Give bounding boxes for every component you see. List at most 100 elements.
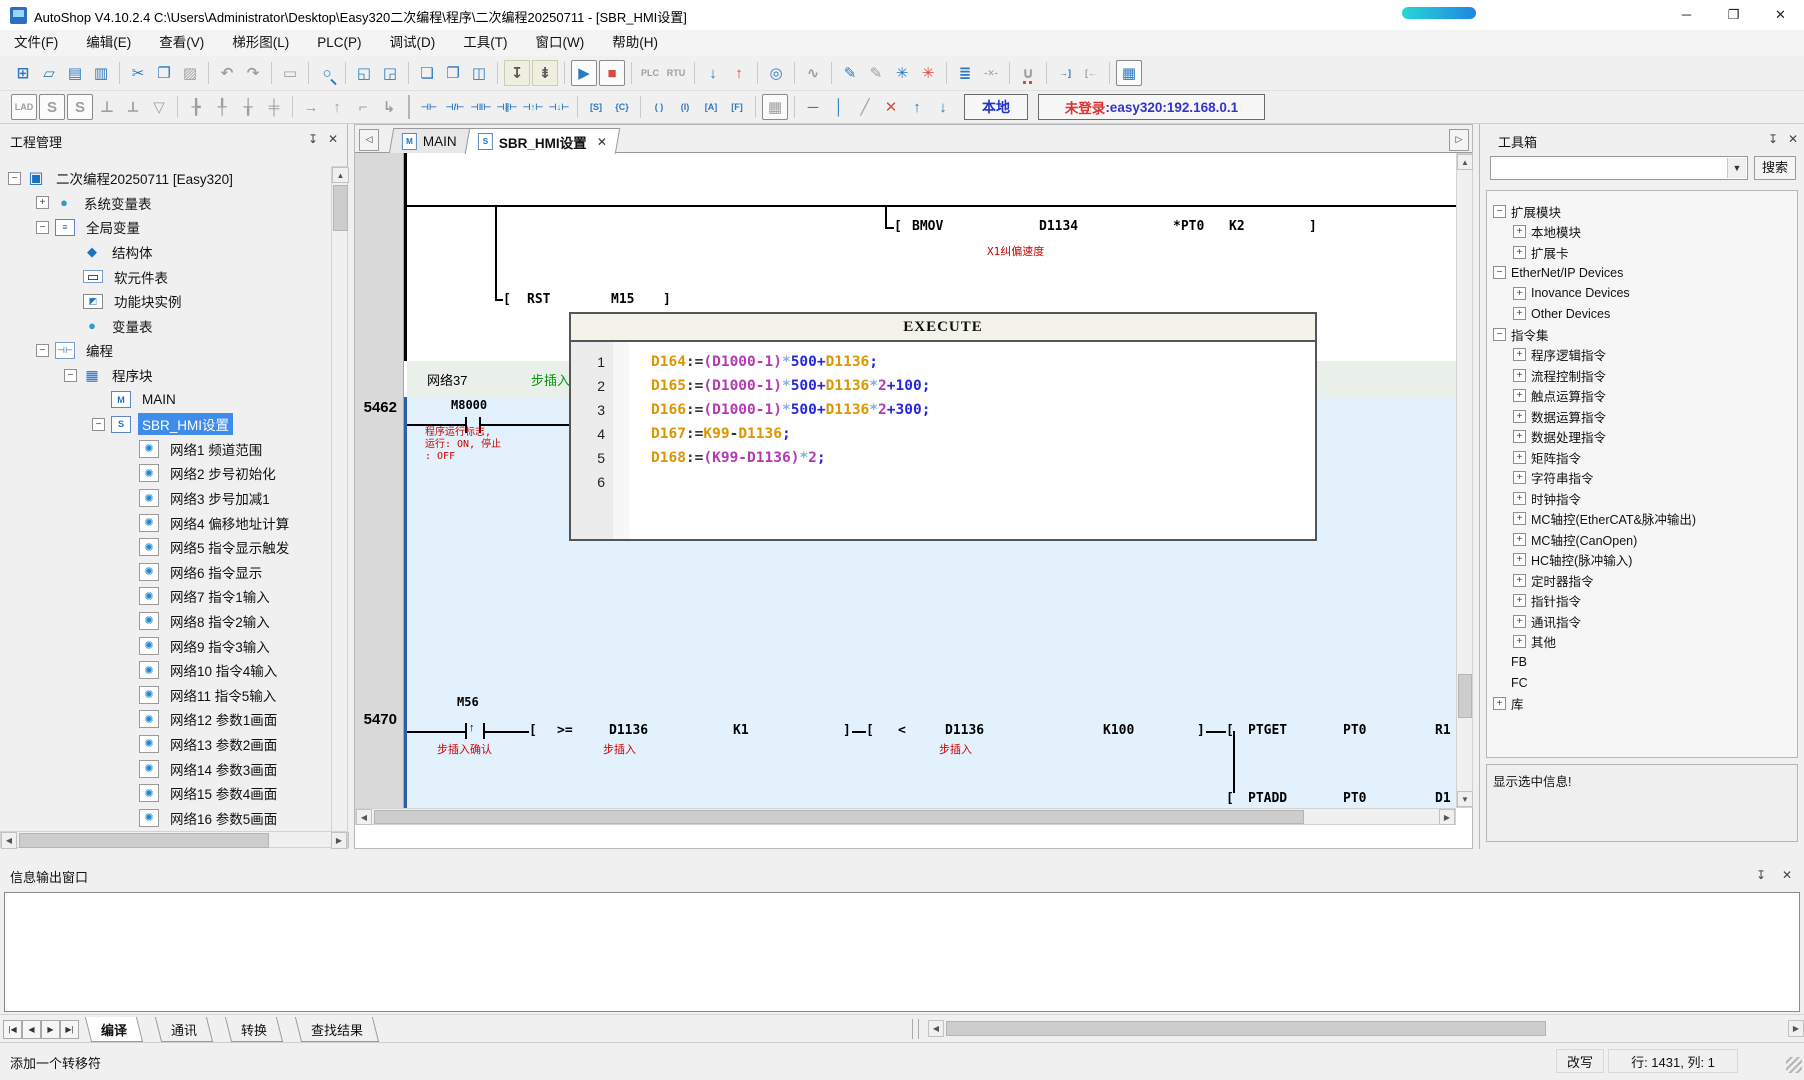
tree-expander-icon[interactable]: − xyxy=(36,221,49,234)
tree-expander-icon[interactable]: − xyxy=(1493,266,1506,279)
tree-expander-icon[interactable]: + xyxy=(1513,553,1526,566)
paste-icon[interactable]: ▨ xyxy=(178,61,202,85)
arrow-up-icon[interactable]: ↑ xyxy=(325,95,349,119)
window-split-icon[interactable]: ◫ xyxy=(467,61,491,85)
project-tree-item[interactable]: +●系统变量表 xyxy=(0,191,331,216)
monitor-icon[interactable]: ◎ xyxy=(764,61,788,85)
instruction-f-icon[interactable]: [F] xyxy=(725,95,749,119)
tree-expander-icon[interactable]: + xyxy=(1513,287,1526,300)
operand[interactable]: K100 xyxy=(1103,723,1134,738)
toolbox-tree-item[interactable]: +触点运算指令 xyxy=(1491,386,1791,407)
project-tree-item[interactable]: −≡全局变量 xyxy=(0,215,331,240)
contact-rising-icon[interactable]: ⊣↑⊢ xyxy=(521,95,545,119)
contact-parallel-open-icon[interactable]: ⊣‖⊢ xyxy=(469,95,493,119)
project-tree-item[interactable]: −⊣⊢编程 xyxy=(0,338,331,363)
st-code-lines[interactable]: 1D164:=(D1000-1)*500+D1136;2D165:=(D1000… xyxy=(571,350,1311,494)
tree-expander-icon[interactable]: + xyxy=(1493,697,1506,710)
contact-parallel-closed-icon[interactable]: ⊣∦⊢ xyxy=(495,95,519,119)
project-tree-item[interactable]: ✺网络5 指令显示触发 xyxy=(0,535,331,560)
scroll-up-icon[interactable]: ▲ xyxy=(332,167,349,183)
arrow-return-icon[interactable]: ↳ xyxy=(377,95,401,119)
menu-item-1[interactable]: 编辑(E) xyxy=(72,30,145,56)
tree-expander-icon[interactable]: + xyxy=(1513,492,1526,505)
instruction-rst[interactable]: RST xyxy=(527,292,550,307)
project-tree-item[interactable]: ✺网络8 指令2输入 xyxy=(0,609,331,634)
toolbox-tree-item[interactable]: +程序逻辑指令 xyxy=(1491,345,1791,366)
tree-expander-icon[interactable]: + xyxy=(1513,246,1526,259)
print-icon[interactable]: ◱ xyxy=(352,61,376,85)
search-button[interactable]: 搜索 xyxy=(1754,156,1796,180)
coil-counter-icon[interactable]: {C} xyxy=(610,95,634,119)
toolbox-tree-item[interactable]: FB xyxy=(1491,652,1791,673)
coil-invert-out-icon[interactable]: (I) xyxy=(673,95,697,119)
toolbox-tree-item[interactable]: +扩展卡 xyxy=(1491,242,1791,263)
compile-network-icon[interactable]: ✳ xyxy=(890,61,914,85)
copy-icon[interactable]: ❐ xyxy=(152,61,176,85)
jump-out-icon[interactable]: [← xyxy=(1079,61,1103,85)
pin-icon[interactable]: ↧ xyxy=(1752,866,1770,884)
toolbox-tree-item[interactable]: +通讯指令 xyxy=(1491,611,1791,632)
instruction-a-icon[interactable]: [A] xyxy=(699,95,723,119)
scroll-thumb[interactable] xyxy=(946,1021,1546,1036)
contact-label[interactable]: M8000 xyxy=(451,398,487,412)
tree-expander-icon[interactable]: + xyxy=(1513,307,1526,320)
scroll-thumb[interactable] xyxy=(333,185,348,231)
step-transition-icon[interactable]: ╪ xyxy=(262,95,286,119)
tree-expander-icon[interactable]: + xyxy=(1513,594,1526,607)
oscilloscope-icon[interactable]: ∿ xyxy=(801,61,825,85)
corner-line-icon[interactable]: ⌐ xyxy=(351,95,375,119)
output-tab-编译[interactable]: 编译 xyxy=(85,1017,143,1042)
st-code-line[interactable]: 4D167:=K99-D1136; xyxy=(571,422,1311,446)
pin-icon[interactable]: ↧ xyxy=(304,130,322,148)
toolbox-tree-item[interactable]: +Inovance Devices xyxy=(1491,283,1791,304)
toolbox-tree-item[interactable]: +时钟指令 xyxy=(1491,488,1791,509)
tree-expander-icon[interactable]: + xyxy=(1513,225,1526,238)
contact-open-icon[interactable]: ⊣⊢ xyxy=(417,95,441,119)
operand[interactable]: *PT0 xyxy=(1173,219,1204,234)
write-run-icon[interactable]: ✎ xyxy=(838,61,862,85)
scroll-left-icon[interactable]: ◀ xyxy=(1,832,17,849)
tree-expander-icon[interactable]: + xyxy=(1513,635,1526,648)
operand[interactable]: K2 xyxy=(1229,219,1245,234)
toolbox-tree-item[interactable]: +矩阵指令 xyxy=(1491,447,1791,468)
new-file-icon[interactable]: ⊞ xyxy=(11,61,35,85)
project-tree-item[interactable]: ✺网络4 偏移地址计算 xyxy=(0,510,331,535)
project-tree-item[interactable]: −▣二次编程20250711 [Easy320] xyxy=(0,166,331,191)
toolbox-tree-item[interactable]: +HC轴控(脉冲输入) xyxy=(1491,550,1791,571)
output-message-area[interactable] xyxy=(4,892,1800,1012)
project-tree-item[interactable]: −SSBR_HMI设置 xyxy=(0,412,331,437)
st-code-line[interactable]: 2D165:=(D1000-1)*500+D1136*2+100; xyxy=(571,374,1311,398)
toolbox-tree-item[interactable]: +MC轴控(CanOpen) xyxy=(1491,529,1791,550)
tab-scroll-right-icon[interactable]: ▷ xyxy=(1449,129,1469,151)
coil-out-icon[interactable]: ( ) xyxy=(647,95,671,119)
wire-up-icon[interactable]: ↑ xyxy=(905,95,929,119)
wire-down-icon[interactable]: ↓ xyxy=(931,95,955,119)
project-tree-item[interactable]: ✺网络13 参数2画面 xyxy=(0,732,331,757)
toolbox-tree-item[interactable]: −扩展模块 xyxy=(1491,201,1791,222)
bottom-hscrollbar[interactable]: ◀ ▶ xyxy=(928,1020,1804,1037)
toolbox-tree-item[interactable]: +MC轴控(EtherCAT&脉冲输出) xyxy=(1491,509,1791,530)
row-insert-icon[interactable]: ≣ xyxy=(953,61,977,85)
toolbox-tree-item[interactable]: +本地模块 xyxy=(1491,222,1791,243)
network-title[interactable]: 步插入 xyxy=(531,370,570,389)
output-tab-查找结果[interactable]: 查找结果 xyxy=(295,1017,379,1042)
project-tree-item[interactable]: ◆结构体 xyxy=(0,240,331,265)
project-tree-item[interactable]: ✺网络12 参数1画面 xyxy=(0,707,331,732)
editor-hscrollbar[interactable]: ◀ ▶ xyxy=(355,808,1456,825)
resize-grip[interactable] xyxy=(1786,1057,1802,1073)
project-vscrollbar[interactable]: ▲ ▼ xyxy=(331,166,348,849)
project-tree-item[interactable]: ✺网络1 频道范围 xyxy=(0,437,331,462)
tree-expander-icon[interactable]: − xyxy=(1493,328,1506,341)
ladder-canvas[interactable]: 5462 5470 [ BMOV D1134 *PT0 K2 ] X1纠偏速度 … xyxy=(355,153,1457,808)
project-tree-item[interactable]: ✺网络16 参数5画面 xyxy=(0,805,331,830)
menu-item-3[interactable]: 梯形图(L) xyxy=(218,30,303,56)
contact-falling-icon[interactable]: ⊣↓⊢ xyxy=(547,95,571,119)
tree-expander-icon[interactable]: + xyxy=(1513,615,1526,628)
tree-expander-icon[interactable]: − xyxy=(1493,205,1506,218)
local-mode-button[interactable]: 本地 xyxy=(964,94,1028,120)
operand[interactable]: PT0 xyxy=(1343,791,1366,806)
compare-operator[interactable]: >= xyxy=(557,723,573,738)
export-doc-all-icon[interactable]: ⇟ xyxy=(532,60,558,86)
scroll-thumb[interactable] xyxy=(19,833,269,848)
project-tree-item[interactable]: ◩功能块实例 xyxy=(0,289,331,314)
